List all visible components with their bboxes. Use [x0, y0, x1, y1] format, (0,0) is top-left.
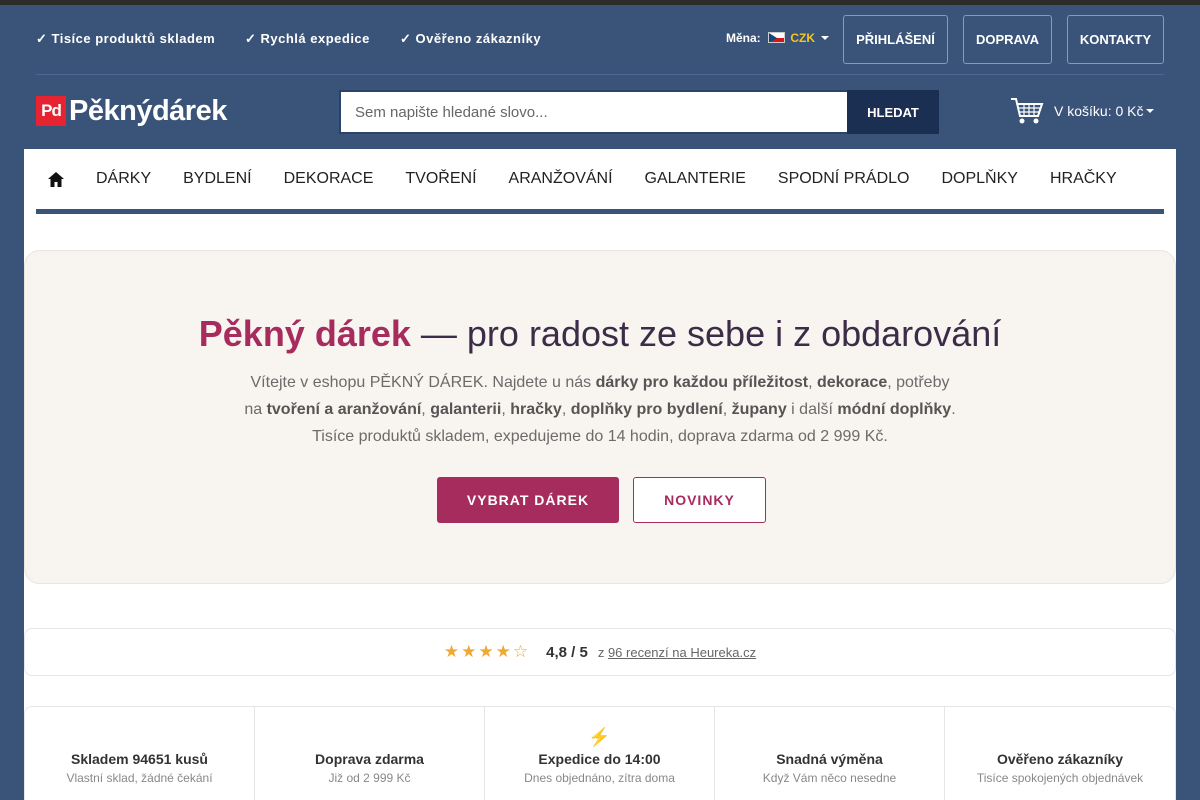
features-strip: Skladem 94651 kusů Vlastní sklad, žádné …	[24, 706, 1176, 800]
nav-item-doplnky[interactable]: DOPLŇKY	[925, 170, 1033, 188]
hero-line-2: na tvoření a aranžování, galanterii, hra…	[25, 396, 1175, 423]
hero-text: , potřeby	[887, 374, 950, 391]
top-bar: ✓ Tisíce produktů skladem ✓ Rychlá exped…	[36, 5, 1164, 75]
nav-item-galanterie[interactable]: GALANTERIE	[629, 170, 762, 188]
hero-text-strong: módní doplňky	[837, 401, 952, 418]
hero-text: i další	[786, 401, 838, 418]
feature-title: Expedice do 14:00	[538, 751, 661, 767]
nav-item-dekorace[interactable]: DEKORACE	[268, 170, 390, 188]
search-button[interactable]: HLEDAT	[847, 90, 939, 134]
hero-text-strong: župany	[731, 401, 787, 418]
hero-text-strong: hračky	[510, 401, 562, 418]
hero-line-1: Vítejte v eshopu PĚKNÝ DÁREK. Najdete u …	[25, 369, 1175, 396]
hero-title-tagline: — pro radost ze sebe i z obdarování	[410, 313, 1002, 354]
hero-text: ,	[501, 401, 511, 418]
hero-text-strong: dárky pro každou příležitost	[595, 374, 809, 391]
rating-score: 4,8 / 5	[546, 643, 588, 661]
usp-stock: ✓ Tisíce produktů skladem	[36, 31, 216, 46]
usp-fast-dispatch: ✓ Rychlá expedice	[245, 31, 370, 46]
nav-item-tvoreni[interactable]: TVOŘENÍ	[389, 170, 492, 188]
hero-text-strong: doplňky pro bydlení	[570, 401, 723, 418]
hero-line-3: Tisíce produktů skladem, expedujeme do 1…	[312, 428, 888, 445]
currency-label: Měna:	[726, 31, 761, 45]
nav-item-hracky[interactable]: HRAČKY	[1034, 170, 1133, 188]
nav-item-aranzovani[interactable]: ARANŽOVÁNÍ	[493, 170, 629, 188]
cart-widget[interactable]: V košíku: 0 Kč	[1010, 96, 1155, 126]
search-input[interactable]	[339, 90, 847, 134]
hero-text: na	[244, 401, 267, 418]
rating-reviews: z 96 recenzí na Heureka.cz	[598, 645, 756, 660]
hero-text: ,	[722, 401, 732, 418]
hero-title: Pěkný dárek — pro radost ze sebe i z obd…	[25, 313, 1175, 355]
feature-verified: Ověřeno zákazníky Tisíce spokojených obj…	[945, 707, 1175, 800]
hero-title-brand: Pěkný dárek	[198, 313, 411, 354]
feature-subtitle: Když Vám něco nesedne	[762, 771, 897, 785]
feature-title: Doprava zdarma	[315, 751, 424, 767]
hero-text: ,	[421, 401, 431, 418]
hero-text: .	[951, 401, 956, 418]
contacts-button[interactable]: KONTAKTY	[1067, 15, 1164, 64]
rating-stars: ★★★★☆	[443, 642, 531, 661]
feature-subtitle: Vlastní sklad, žádné čekání	[66, 771, 213, 785]
feature-subtitle: Již od 2 999 Kč	[328, 771, 411, 785]
feature-subtitle: Dnes objednáno, zítra doma	[524, 771, 675, 785]
hero-banner: Pěkný dárek — pro radost ze sebe i z obd…	[24, 250, 1176, 584]
feature-title: Snadná výměna	[776, 751, 883, 767]
hero-text: Vítejte v eshopu PĚKNÝ DÁREK. Najdete u …	[250, 374, 596, 391]
shipping-button[interactable]: DOPRAVA	[963, 15, 1052, 64]
news-button[interactable]: NOVINKY	[633, 477, 766, 523]
lightning-icon: ⚡	[588, 727, 611, 747]
home-icon[interactable]	[36, 171, 76, 188]
hero-text: ,	[561, 401, 571, 418]
czech-flag-icon	[768, 32, 786, 43]
currency-selector[interactable]: Měna: CZK	[726, 31, 830, 45]
usp-verified: ✓ Ověřeno zákazníky	[400, 31, 542, 46]
login-button[interactable]: PŘIHLÁŠENÍ	[843, 15, 948, 64]
heureka-reviews-link[interactable]: 96 recenzí na Heureka.cz	[608, 645, 756, 660]
rating-bar: ★★★★☆ 4,8 / 5 z 96 recenzí na Heureka.cz	[24, 628, 1176, 676]
rating-prefix: z	[597, 644, 608, 660]
shopping-cart-icon	[1011, 98, 1044, 124]
logo-text: Pěknýdárek	[69, 94, 227, 127]
feature-exchange: Snadná výměna Když Vám něco nesedne	[715, 707, 945, 800]
feature-subtitle: Tisíce spokojených objednávek	[976, 771, 1144, 785]
nav-item-spodni-pradlo[interactable]: SPODNÍ PRÁDLO	[762, 170, 926, 188]
feature-free-shipping: Doprava zdarma Již od 2 999 Kč	[255, 707, 485, 800]
feature-stock: Skladem 94651 kusů Vlastní sklad, žádné …	[25, 707, 255, 800]
cart-label: V košíku: 0 Kč	[1054, 103, 1144, 119]
site-logo[interactable]: Pd Pěknýdárek	[36, 95, 227, 127]
truck-icon	[255, 727, 484, 749]
nav-item-darky[interactable]: DÁRKY	[80, 170, 167, 188]
exchange-icon	[715, 727, 944, 749]
feature-title: Ověřeno zákazníky	[996, 751, 1124, 767]
choose-gift-button[interactable]: VYBRAT DÁREK	[437, 477, 619, 523]
hero-description: Vítejte v eshopu PĚKNÝ DÁREK. Najdete u …	[25, 369, 1175, 450]
verified-icon	[945, 727, 1175, 749]
hero-text-strong: tvoření a aranžování	[266, 401, 422, 418]
chevron-down-icon	[821, 36, 830, 40]
main-navigation: DÁRKY BYDLENÍ DEKORACE TVOŘENÍ ARANŽOVÁN…	[36, 149, 1164, 214]
search-bar: HLEDAT	[339, 90, 939, 134]
feature-title: Skladem 94651 kusů	[71, 751, 208, 767]
hero-text: ,	[808, 374, 817, 391]
hero-text-strong: dekorace	[816, 374, 888, 391]
chevron-down-icon	[1146, 109, 1155, 113]
hero-text-strong: galanterii	[430, 401, 502, 418]
warehouse-icon	[25, 727, 254, 749]
main-content: DÁRKY BYDLENÍ DEKORACE TVOŘENÍ ARANŽOVÁN…	[24, 149, 1176, 800]
feature-dispatch: ⚡ Expedice do 14:00 Dnes objednáno, zítr…	[485, 707, 715, 800]
logo-badge: Pd	[36, 96, 66, 126]
nav-item-bydleni[interactable]: BYDLENÍ	[167, 170, 267, 188]
currency-code: CZK	[790, 31, 816, 45]
